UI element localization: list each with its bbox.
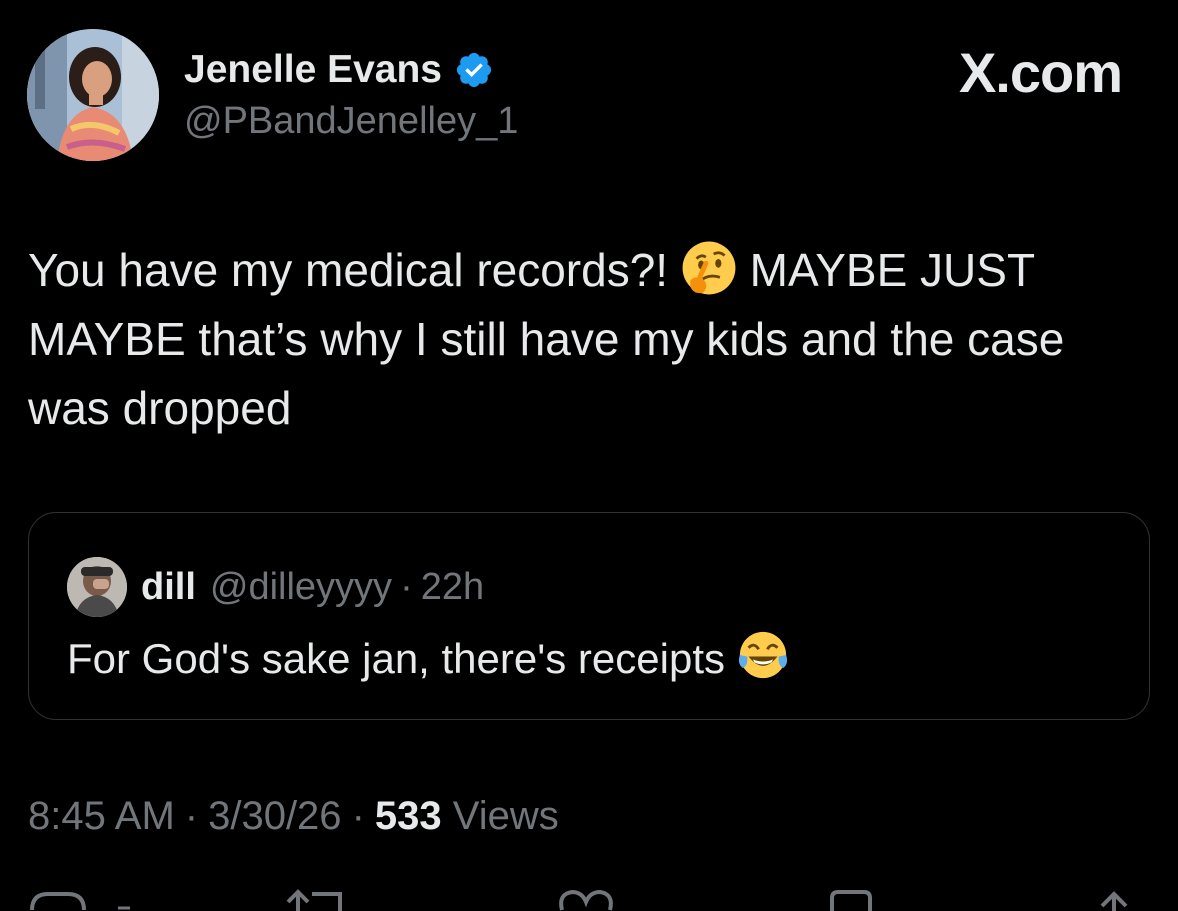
author-name-row[interactable]: Jenelle Evans [184, 44, 494, 96]
quote-author-handle[interactable]: @dilleyyyy [210, 566, 392, 609]
bookmark-icon[interactable] [826, 888, 876, 911]
action-bar [0, 888, 1178, 911]
reply-icon[interactable] [28, 888, 88, 911]
repost-icon[interactable] [282, 888, 352, 911]
author-name[interactable]: Jenelle Evans [184, 48, 442, 92]
tweet-meta: 8:45 AM · 3/30/26 · 533 Views [28, 794, 559, 839]
meta-separator-2: · [351, 794, 365, 838]
tweet-time[interactable]: 8:45 AM [28, 794, 175, 838]
verified-badge-icon [454, 50, 494, 90]
author-avatar[interactable] [27, 29, 159, 161]
meta-separator-1: · [184, 794, 199, 838]
author-handle[interactable]: @PBandJenelley_1 [184, 100, 518, 143]
x-logo: X.com [958, 41, 1123, 104]
tweet-text: You have my medical records?! MAYBE JUST… [28, 236, 1138, 443]
quote-text: For God's sake jan, there's receipts [67, 629, 789, 683]
quoted-tweet-card[interactable]: dill @dilleyyyy · 22h For God's sake jan… [28, 512, 1150, 720]
quote-header: dill @dilleyyyy · 22h [141, 557, 484, 617]
share-icon[interactable] [1094, 888, 1134, 911]
reply-count-icon [118, 906, 130, 910]
quote-separator: · [400, 565, 413, 608]
tweet-date[interactable]: 3/30/26 [208, 794, 341, 838]
quote-avatar[interactable] [67, 557, 127, 617]
quote-author-name[interactable]: dill [141, 566, 196, 609]
quote-timestamp[interactable]: 22h [421, 566, 484, 609]
tears-of-joy-emoji-icon [737, 631, 789, 682]
quote-text-body: For God's sake jan, there's receipts [67, 635, 737, 682]
like-icon[interactable] [556, 888, 616, 911]
thinking-face-emoji-icon [681, 241, 737, 296]
views-label: Views [452, 794, 559, 838]
views-count: 533 [374, 794, 442, 838]
tweet-text-part1: You have my medical records?! [28, 244, 681, 296]
